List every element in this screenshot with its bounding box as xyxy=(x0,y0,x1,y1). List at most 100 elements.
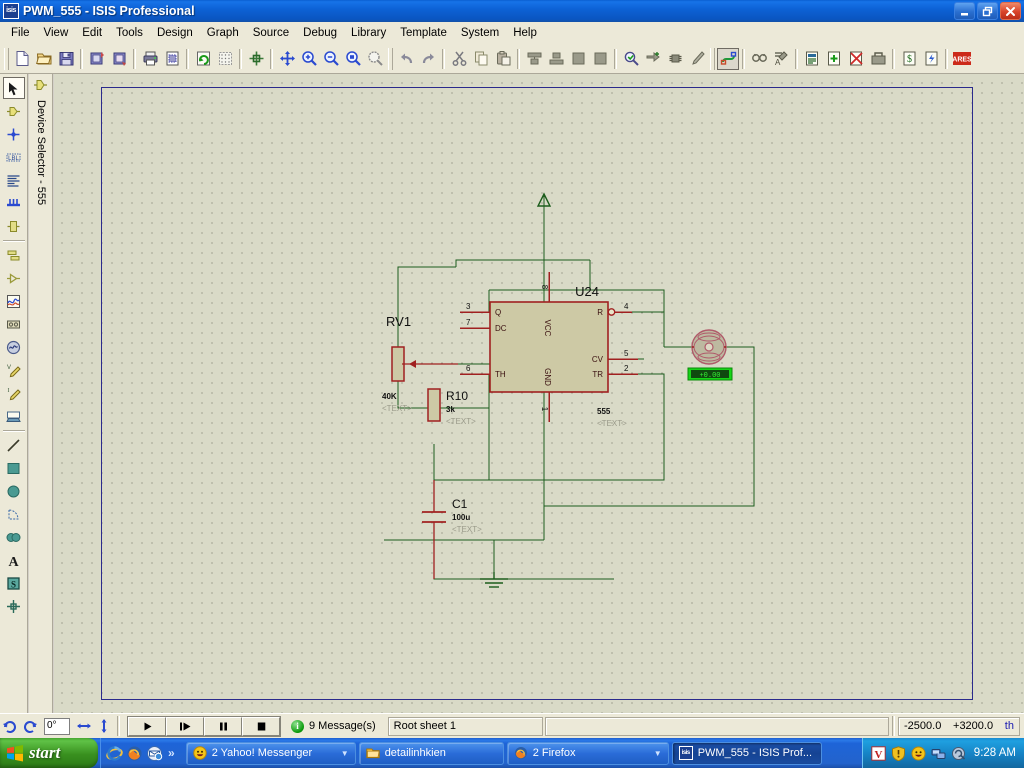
block-copy-icon[interactable] xyxy=(523,48,545,70)
close-button[interactable] xyxy=(1000,2,1021,20)
design-explorer-icon[interactable] xyxy=(801,48,823,70)
toggle-grid-icon[interactable] xyxy=(214,48,236,70)
refresh-icon[interactable] xyxy=(192,48,214,70)
menu-tools[interactable]: Tools xyxy=(109,25,150,41)
toolbar-grip[interactable] xyxy=(388,48,393,70)
zoom-area-icon[interactable] xyxy=(364,48,386,70)
2d-arc-icon[interactable] xyxy=(3,503,25,525)
terminals-mode-icon[interactable] xyxy=(3,244,25,266)
open-file-icon[interactable] xyxy=(33,48,55,70)
graph-mode-icon[interactable] xyxy=(3,290,25,312)
junction-dot-icon[interactable] xyxy=(3,123,25,145)
step-button[interactable] xyxy=(166,717,204,736)
shield-warning-icon[interactable] xyxy=(891,746,906,761)
network-icon[interactable] xyxy=(931,746,946,761)
menu-edit[interactable]: Edit xyxy=(75,25,109,41)
start-button[interactable]: start xyxy=(0,738,98,768)
schematic-canvas[interactable]: Q DC TH R CV TR VCC GND 3 7 6 4 5 2 8 1 xyxy=(54,74,1024,713)
volume-v-icon[interactable]: V xyxy=(871,746,886,761)
text-script-icon[interactable] xyxy=(3,169,25,191)
property-assignment-icon[interactable]: A xyxy=(770,48,792,70)
zoom-sheet-icon[interactable] xyxy=(342,48,364,70)
menu-view[interactable]: View xyxy=(37,25,76,41)
2d-text-icon[interactable]: A xyxy=(3,549,25,571)
menu-library[interactable]: Library xyxy=(344,25,393,41)
symbols-icon[interactable]: S xyxy=(3,572,25,594)
block-rotate-icon[interactable] xyxy=(567,48,589,70)
firefox-icon[interactable] xyxy=(126,745,143,762)
outlook-express-icon[interactable] xyxy=(146,745,163,762)
quicklaunch-more-icon[interactable]: » xyxy=(168,746,175,760)
make-device-icon[interactable] xyxy=(642,48,664,70)
menu-help[interactable]: Help xyxy=(506,25,544,41)
export-section-icon[interactable] xyxy=(108,48,130,70)
decompose-icon[interactable] xyxy=(686,48,708,70)
pan-icon[interactable] xyxy=(276,48,298,70)
zoom-out-icon[interactable] xyxy=(320,48,342,70)
message-indicator[interactable]: i 9 Message(s) xyxy=(291,720,376,733)
taskbar-clock[interactable]: 9:28 AM xyxy=(974,747,1016,759)
2d-box-icon[interactable] xyxy=(3,457,25,479)
markers-icon[interactable] xyxy=(3,595,25,617)
import-section-icon[interactable] xyxy=(86,48,108,70)
undo-icon[interactable] xyxy=(395,48,417,70)
virtual-instrument-icon[interactable] xyxy=(3,405,25,427)
remove-sheet-icon[interactable] xyxy=(845,48,867,70)
antivirus-icon[interactable] xyxy=(951,746,966,761)
exit-sheet-icon[interactable] xyxy=(867,48,889,70)
save-file-icon[interactable] xyxy=(55,48,77,70)
print-region-icon[interactable] xyxy=(161,48,183,70)
pick-device-icon[interactable] xyxy=(620,48,642,70)
redo-icon[interactable] xyxy=(417,48,439,70)
search-tag-icon[interactable] xyxy=(748,48,770,70)
task-yahoo-messenger[interactable]: 2 Yahoo! Messenger ▼ xyxy=(186,742,356,765)
task-firefox[interactable]: 2 Firefox ▼ xyxy=(507,742,669,765)
toolbar-grip[interactable] xyxy=(4,48,9,70)
menu-template[interactable]: Template xyxy=(393,25,454,41)
device-selector-panel[interactable]: Device Selector - 555 xyxy=(29,74,53,713)
wire-label-icon[interactable]: LBL xyxy=(3,146,25,168)
menu-system[interactable]: System xyxy=(454,25,506,41)
subcircuit-icon[interactable] xyxy=(3,215,25,237)
wire-autorouter-icon[interactable] xyxy=(717,48,739,70)
2d-circle-icon[interactable] xyxy=(3,480,25,502)
toolbar-grip[interactable] xyxy=(710,48,715,70)
generator-mode-icon[interactable] xyxy=(3,336,25,358)
task-caret-icon[interactable]: ▼ xyxy=(648,749,662,758)
buses-icon[interactable] xyxy=(3,192,25,214)
pause-button[interactable] xyxy=(204,717,242,736)
origin-icon[interactable] xyxy=(245,48,267,70)
print-icon[interactable] xyxy=(139,48,161,70)
window-titlebar[interactable]: isis PWM_555 - ISIS Professional xyxy=(0,0,1024,22)
zoom-in-icon[interactable] xyxy=(298,48,320,70)
selection-mode-icon[interactable] xyxy=(3,77,25,99)
menu-design[interactable]: Design xyxy=(150,25,200,41)
stop-button[interactable] xyxy=(242,717,280,736)
task-isis-pwm555[interactable]: isis PWM_555 - ISIS Prof... xyxy=(672,742,822,765)
tape-recorder-icon[interactable] xyxy=(3,313,25,335)
new-sheet-icon[interactable] xyxy=(823,48,845,70)
voltage-probe-icon[interactable]: V xyxy=(3,359,25,381)
block-delete-icon[interactable] xyxy=(589,48,611,70)
bill-of-materials-icon[interactable]: $ xyxy=(898,48,920,70)
device-pin-icon[interactable] xyxy=(3,267,25,289)
yahoo-messenger-icon[interactable] xyxy=(911,746,926,761)
task-caret-icon[interactable]: ▼ xyxy=(335,749,349,758)
mirror-vertical-icon[interactable] xyxy=(94,716,114,736)
component-mode-icon[interactable] xyxy=(3,100,25,122)
menu-graph[interactable]: Graph xyxy=(200,25,246,41)
cut-icon[interactable] xyxy=(448,48,470,70)
paste-icon[interactable] xyxy=(492,48,514,70)
task-detailinhkien[interactable]: detailinhkien xyxy=(359,742,504,765)
netlist-to-ares-icon[interactable]: ARES xyxy=(951,48,973,70)
play-button[interactable] xyxy=(128,717,166,736)
block-move-icon[interactable] xyxy=(545,48,567,70)
menu-source[interactable]: Source xyxy=(246,25,296,41)
menu-debug[interactable]: Debug xyxy=(296,25,344,41)
rotation-angle-input[interactable]: 0° xyxy=(44,718,70,735)
restore-button[interactable] xyxy=(977,2,998,20)
minimize-button[interactable] xyxy=(954,2,975,20)
rotate-counterclockwise-icon[interactable] xyxy=(20,716,40,736)
internet-explorer-icon[interactable] xyxy=(106,745,123,762)
packaging-tool-icon[interactable] xyxy=(664,48,686,70)
